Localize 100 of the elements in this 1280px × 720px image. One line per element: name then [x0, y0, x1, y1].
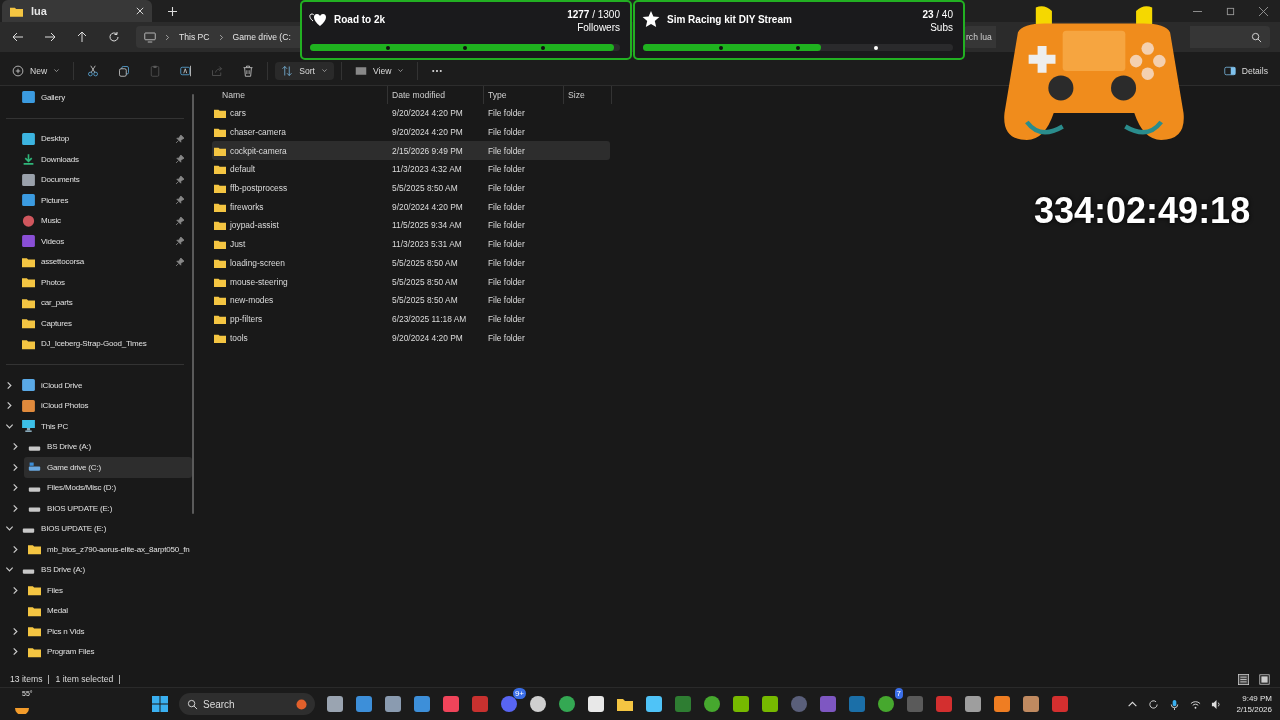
documents-icon [22, 173, 35, 186]
details-button[interactable]: Details [1217, 61, 1274, 80]
start-icon[interactable] [152, 696, 168, 712]
nav-item[interactable]: BIOS UPDATE (E:) [24, 498, 192, 519]
tab[interactable]: lua [2, 0, 152, 22]
app-icon[interactable] [587, 695, 605, 713]
file-row[interactable]: tools 9/20/2024 4:20 PM File folder [212, 328, 610, 347]
column-header[interactable]: Size [564, 86, 612, 104]
app-icon[interactable] [761, 695, 779, 713]
search-field[interactable]: rch lua [964, 26, 996, 48]
nav-item[interactable]: Pictures [18, 190, 176, 211]
nav-item[interactable]: Files/Mods/Misc (D:) [24, 477, 192, 498]
file-row[interactable]: mouse-steering 5/5/2025 8:50 AM File folder [212, 272, 610, 291]
nav-item[interactable]: Program Files [24, 641, 192, 662]
nav-item[interactable]: Game drive (C:) [24, 457, 192, 478]
nav-item[interactable]: Gallery [18, 87, 192, 108]
tiles-view-icon[interactable] [1259, 673, 1270, 685]
app-icon[interactable] [529, 695, 547, 713]
app-icon[interactable] [964, 695, 982, 713]
nav-item[interactable]: Documents [18, 169, 176, 190]
details-view-icon[interactable] [1238, 673, 1249, 685]
nav-item[interactable]: Videos [18, 231, 176, 252]
forward-icon[interactable] [44, 31, 56, 43]
type-cell-text: File folder [487, 220, 526, 231]
nav-item[interactable]: Pics n Vids [24, 621, 192, 642]
file-row[interactable]: default 11/3/2023 4:32 AM File folder [212, 160, 610, 179]
file-row[interactable]: cars 9/20/2024 4:20 PM File folder [212, 104, 610, 123]
file-row[interactable]: new-modes 5/5/2025 8:50 AM File folder [212, 290, 610, 310]
nav-item[interactable]: car_parts [18, 292, 192, 313]
nav-item[interactable]: Desktop [18, 128, 176, 149]
microphone-icon[interactable] [1169, 698, 1181, 710]
nav-item[interactable]: iCloud Drive [18, 375, 192, 396]
stars-icon [641, 11, 661, 27]
date-cell-text: 9/20/2024 4:20 PM [391, 201, 464, 212]
file-row[interactable]: joypad-assist 11/5/2025 9:34 AM File folder [212, 216, 610, 235]
close-icon[interactable] [1259, 6, 1268, 16]
speaker-icon[interactable] [1211, 698, 1223, 710]
back-icon[interactable] [12, 31, 24, 43]
nav-item[interactable]: DJ_Iceberg-Strap-Good_Times [18, 333, 192, 354]
nav-item[interactable]: Music [18, 210, 176, 231]
file-row[interactable]: loading-screen 5/5/2025 8:50 AM File folder [212, 253, 610, 273]
copy-icon [118, 64, 131, 77]
up-icon[interactable] [76, 31, 88, 43]
app-icon[interactable] [326, 695, 344, 713]
sort-button[interactable]: Sort [275, 61, 334, 80]
goal-unit: Subs [930, 21, 953, 34]
app-icon[interactable] [877, 695, 895, 713]
nav-item[interactable]: iCloud Photos [18, 395, 192, 416]
scrollbar[interactable] [192, 94, 194, 514]
app-icon[interactable] [993, 695, 1011, 713]
nav-item[interactable]: BIOS UPDATE (E:) [18, 518, 192, 539]
address-bar[interactable]: This PC Game drive (C: [136, 26, 300, 48]
file-row[interactable]: ffb-postprocess 5/5/2025 8:50 AM File folder [212, 178, 610, 198]
file-name: joypad-assist [230, 220, 279, 231]
column-header[interactable]: Name [212, 86, 388, 104]
nav-item[interactable]: This PC [18, 416, 192, 437]
app-icon[interactable] [1022, 695, 1040, 713]
file-row[interactable]: fireworks 9/20/2024 4:20 PM File folder [212, 197, 610, 217]
file-name: cars [230, 108, 246, 119]
file-name: new-modes [230, 295, 274, 306]
nav-item[interactable]: BS Drive (A:) [24, 436, 192, 457]
sync-icon[interactable] [1148, 698, 1160, 710]
app-icon[interactable] [558, 695, 576, 713]
folder-icon [214, 201, 226, 212]
refresh-icon[interactable] [108, 31, 120, 43]
chevron-down-icon[interactable] [4, 565, 14, 575]
app-icon[interactable] [703, 695, 721, 713]
new-tab-icon[interactable] [168, 6, 177, 16]
date-cell-text: 5/5/2025 8:50 AM [391, 295, 459, 306]
maximize-icon[interactable] [1226, 6, 1235, 16]
nav-item[interactable]: Medal [24, 600, 192, 621]
nav-item[interactable]: assettocorsa [18, 251, 176, 272]
desktop-icon [22, 132, 35, 145]
app-icon[interactable] [384, 695, 402, 713]
type-cell-text: File folder [487, 145, 526, 156]
file-row[interactable]: pp-filters 6/23/2025 11:18 AM File folder [212, 309, 610, 329]
file-row[interactable]: chaser-camera 9/20/2024 4:20 PM File folder [212, 122, 610, 142]
file-row[interactable]: Just 11/3/2023 5:31 AM File folder [212, 234, 610, 254]
view-button[interactable]: View [348, 61, 411, 80]
file-row[interactable]: cockpit-camera 2/15/2026 9:49 PM File folder [212, 141, 610, 161]
column-header[interactable]: Date modified [388, 86, 484, 104]
folder-icon [214, 108, 226, 119]
download-icon [22, 153, 35, 166]
pictures-icon [22, 194, 35, 207]
nav-item[interactable]: Photos [18, 272, 192, 293]
nav-item[interactable]: Files [24, 580, 192, 601]
share-icon [211, 64, 224, 77]
breadcrumb[interactable]: Game drive (C: [232, 32, 291, 42]
nav-item[interactable]: BS Drive (A:) [18, 559, 192, 580]
column-header[interactable]: Type [484, 86, 564, 104]
search-field[interactable]: Search [179, 693, 315, 715]
breadcrumb[interactable]: This PC [179, 32, 210, 42]
wifi-icon[interactable] [1190, 698, 1202, 710]
new-button[interactable]: New [6, 61, 67, 80]
nav-item[interactable]: Downloads [18, 149, 176, 170]
app-icon[interactable] [645, 695, 663, 713]
nav-item[interactable]: Captures [18, 313, 192, 334]
nav-item[interactable]: mb_bios_z790-aorus-elite-ax_8arpt050_fn [24, 539, 192, 560]
app-icon[interactable] [732, 695, 750, 713]
chevron-down-icon[interactable] [4, 524, 14, 534]
